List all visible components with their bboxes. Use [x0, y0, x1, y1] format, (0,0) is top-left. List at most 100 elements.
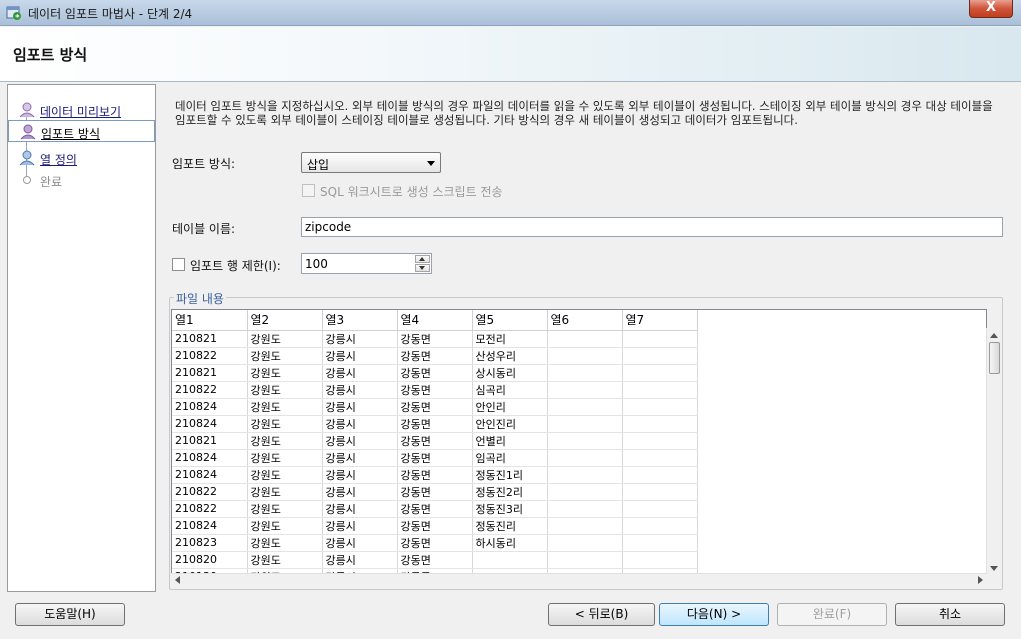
table-row[interactable]: 210820 강원도 강릉시 강동면: [172, 551, 698, 569]
table-cell: [547, 500, 623, 518]
column-header[interactable]: 열7: [622, 310, 698, 331]
table-cell: [547, 483, 623, 501]
table-cell: 강릉시: [322, 466, 398, 484]
table-cell: 210822: [172, 483, 248, 501]
import-method-value: 삽입: [307, 158, 330, 172]
row-limit-checkbox[interactable]: [172, 258, 185, 271]
window-title: 데이터 임포트 마법사 - 단계 2/4: [28, 7, 193, 21]
table-cell: [547, 551, 623, 569]
table-cell: 강릉시: [322, 500, 398, 518]
row-limit-spinner[interactable]: 100: [301, 253, 432, 274]
back-button[interactable]: < 뒤로(B): [548, 603, 655, 626]
table-cell: 210820: [172, 551, 248, 569]
table-cell: [622, 415, 698, 433]
table-cell: 강동면: [397, 364, 473, 382]
cancel-button[interactable]: 취소: [895, 603, 1005, 626]
table-row[interactable]: 210824 강원도 강릉시 강동면 안인진리: [172, 415, 698, 433]
table-cell: 상시동리: [472, 364, 548, 382]
table-row[interactable]: 210821 강원도 강릉시 강동면 상시동리: [172, 364, 698, 382]
step-data-preview[interactable]: 데이터 미리보기: [8, 99, 155, 121]
column-header[interactable]: 열6: [547, 310, 623, 331]
column-header[interactable]: 열4: [397, 310, 473, 331]
step-label: 열 정의: [40, 153, 77, 167]
table-cell: [547, 534, 623, 552]
vertical-scrollbar[interactable]: [986, 328, 1002, 576]
table-cell: 강원도: [247, 517, 323, 535]
step-column-definition[interactable]: 열 정의: [8, 147, 155, 169]
table-cell: 강릉시: [322, 483, 398, 501]
column-header[interactable]: 열2: [247, 310, 323, 331]
horizontal-scrollbar[interactable]: [171, 573, 987, 586]
table-cell: [622, 381, 698, 399]
step-complete-icon: [19, 102, 35, 118]
table-cell: 210824: [172, 517, 248, 535]
column-header[interactable]: 열5: [472, 310, 548, 331]
table-cell: 강릉시: [322, 534, 398, 552]
scroll-up-icon[interactable]: [990, 333, 998, 338]
table-cell: 210822: [172, 347, 248, 365]
table-cell: 강동면: [397, 534, 473, 552]
table-row[interactable]: 210822 강원도 강릉시 강동면 정동진3리: [172, 500, 698, 518]
table-cell: 심곡리: [472, 381, 548, 399]
step-label: 데이터 미리보기: [40, 105, 122, 119]
table-cell: 210822: [172, 381, 248, 399]
table-row[interactable]: 210822 강원도 강릉시 강동면 심곡리: [172, 381, 698, 399]
table-name-value: zipcode: [305, 220, 352, 234]
table-cell: 강릉시: [322, 415, 398, 433]
next-button[interactable]: 다음(N) >: [659, 603, 769, 626]
step-import-method[interactable]: 임포트 방식: [8, 120, 155, 142]
close-button[interactable]: X: [969, 0, 1013, 18]
step-label: 임포트 방식: [41, 127, 101, 141]
column-header[interactable]: 열1: [172, 310, 248, 331]
table-row[interactable]: 210824 강원도 강릉시 강동면 정동진리: [172, 517, 698, 535]
table-cell: 210824: [172, 398, 248, 416]
table-row[interactable]: 210822 강원도 강릉시 강동면 정동진2리: [172, 483, 698, 501]
table-cell: 강동면: [397, 381, 473, 399]
table-cell: [622, 517, 698, 535]
table-row[interactable]: 210821 강원도 강릉시 강동면 언별리: [172, 432, 698, 450]
table-cell: 하시동리: [472, 534, 548, 552]
table-cell: 강원도: [247, 381, 323, 399]
table-cell: 강릉시: [322, 330, 398, 348]
step-empty-circle-icon: [23, 176, 31, 184]
table-row[interactable]: 210824 강원도 강릉시 강동면 정동진1리: [172, 466, 698, 484]
column-header[interactable]: 열3: [322, 310, 398, 331]
table-cell: 210821: [172, 330, 248, 348]
table-cell: [547, 398, 623, 416]
table-cell: 강원도: [247, 483, 323, 501]
table-cell: [622, 330, 698, 348]
spinner-up-button[interactable]: [415, 255, 430, 263]
table-name-input[interactable]: zipcode: [301, 217, 1003, 237]
table-row[interactable]: 210821 강원도 강릉시 강동면 모전리: [172, 330, 698, 348]
table-cell: 강원도: [247, 449, 323, 467]
table-cell: [622, 449, 698, 467]
table-row[interactable]: 210823 강원도 강릉시 강동면 하시동리: [172, 534, 698, 552]
file-content-grid[interactable]: 열1 열2 열3 열4 열5 열6 열7 210821 강원도 강릉시 강동면 모전리 210822 강…: [171, 309, 987, 575]
table-cell: 강동면: [397, 551, 473, 569]
scroll-down-icon[interactable]: [990, 566, 998, 571]
table-cell: [622, 500, 698, 518]
table-cell: 강동면: [397, 415, 473, 433]
wizard-header: 임포트 방식: [0, 27, 1021, 82]
table-cell: 210821: [172, 364, 248, 382]
table-cell: [547, 415, 623, 433]
table-row[interactable]: 210824 강원도 강릉시 강동면 임곡리: [172, 449, 698, 467]
scroll-right-icon[interactable]: [978, 576, 983, 584]
table-cell: 강동면: [397, 398, 473, 416]
table-cell: 강릉시: [322, 381, 398, 399]
table-cell: 210824: [172, 466, 248, 484]
table-row[interactable]: 210822 강원도 강릉시 강동면 산성우리: [172, 347, 698, 365]
table-cell: 모전리: [472, 330, 548, 348]
spinner-down-button[interactable]: [415, 264, 430, 272]
table-row[interactable]: 210824 강원도 강릉시 강동면 안인리: [172, 398, 698, 416]
table-cell: [622, 432, 698, 450]
page-title: 임포트 방식: [13, 46, 88, 64]
table-cell: 강동면: [397, 330, 473, 348]
table-cell: 강릉시: [322, 347, 398, 365]
import-method-select[interactable]: 삽입: [301, 152, 441, 173]
scroll-thumb[interactable]: [989, 342, 1000, 374]
table-cell: 언별리: [472, 432, 548, 450]
scroll-left-icon[interactable]: [175, 576, 180, 584]
help-button[interactable]: 도움말(H): [15, 603, 125, 626]
table-name-label: 테이블 이름:: [172, 222, 236, 236]
